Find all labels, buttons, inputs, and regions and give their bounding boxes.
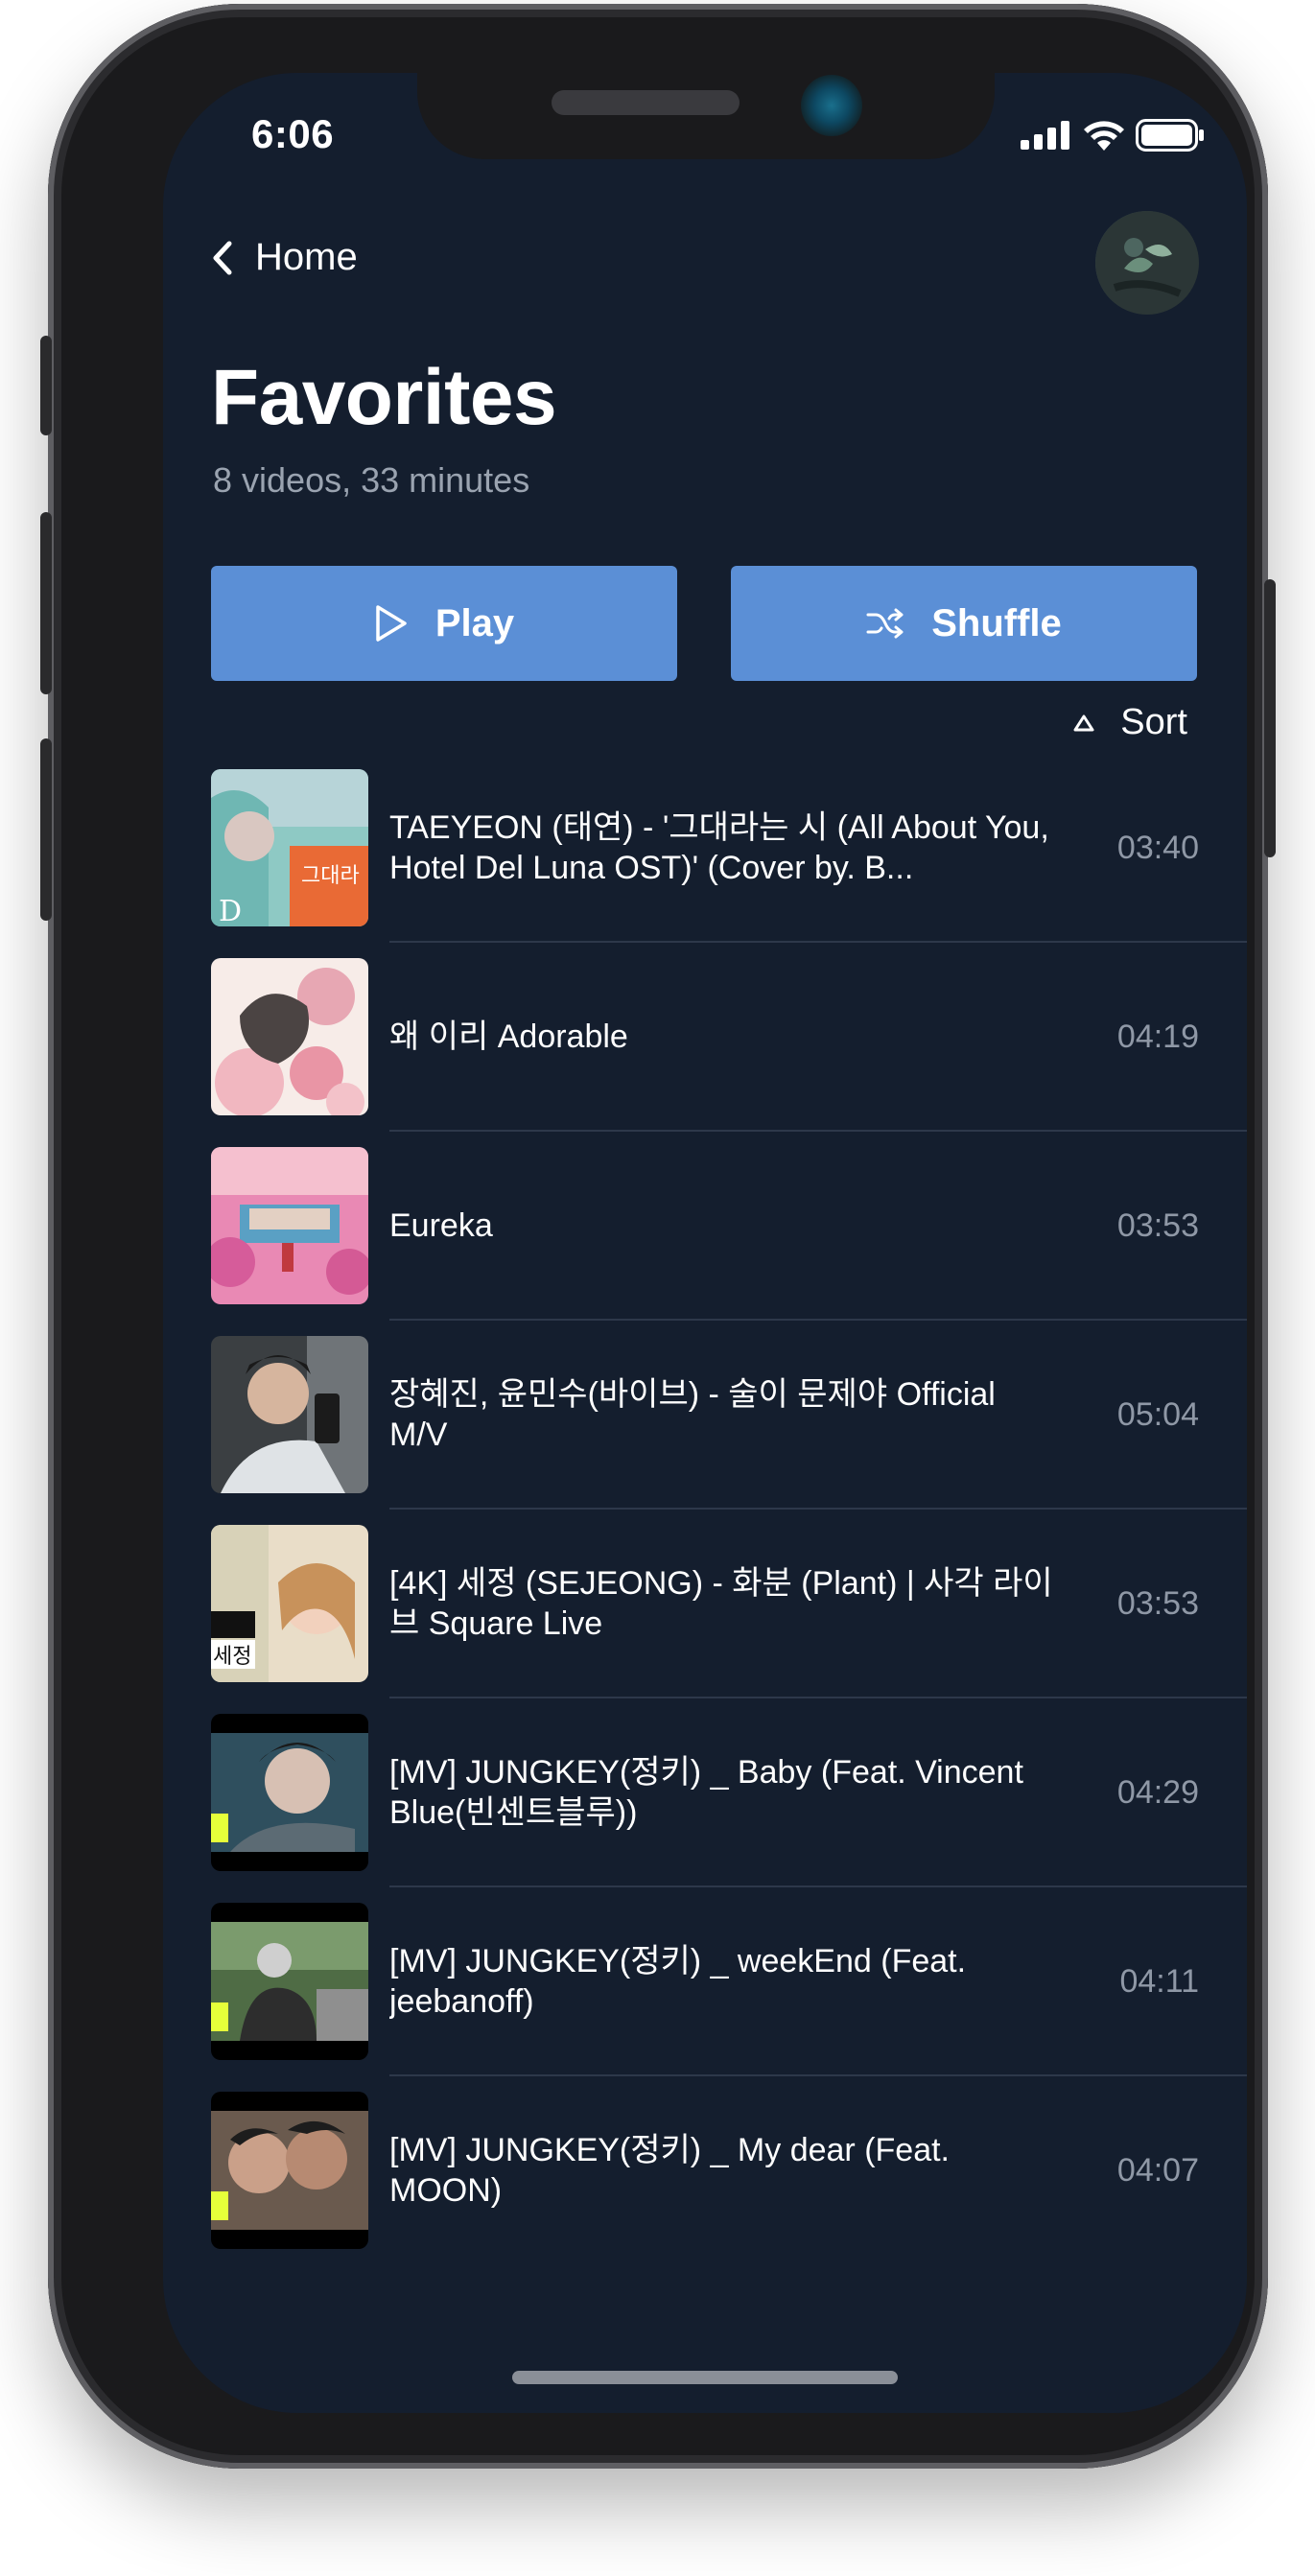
avatar-image	[1095, 211, 1199, 315]
video-duration: 04:29	[1116, 1773, 1199, 1811]
shuffle-button[interactable]: Shuffle	[731, 566, 1197, 681]
list-item[interactable]: Eureka 03:53	[211, 1147, 1247, 1336]
shuffle-label: Shuffle	[931, 601, 1062, 644]
list-item[interactable]: 장혜진, 윤민수(바이브) - 술이 문제야 Official M/V 05:0…	[211, 1336, 1247, 1525]
video-thumbnail: 세정	[211, 1525, 368, 1682]
battery-icon	[1136, 119, 1204, 152]
svg-text:D: D	[219, 895, 242, 926]
divider	[389, 1508, 1247, 1510]
playlist-summary: 8 videos, 33 minutes	[213, 460, 530, 500]
power-button	[1264, 579, 1276, 857]
video-duration: 03:40	[1116, 829, 1199, 866]
divider	[389, 1130, 1247, 1132]
video-thumbnail	[211, 1714, 368, 1871]
volume-down-button	[40, 738, 52, 921]
video-duration: 03:53	[1116, 1584, 1199, 1622]
divider	[389, 1319, 1247, 1321]
list-item[interactable]: 세정 [4K] 세정 (SEJEONG) - 화분 (Plant) | 사각 라…	[211, 1525, 1247, 1714]
speaker-grille	[552, 90, 740, 115]
front-camera	[801, 75, 862, 136]
video-duration: 04:07	[1116, 2151, 1199, 2189]
home-indicator[interactable]	[512, 2371, 898, 2384]
wifi-icon	[1084, 121, 1124, 151]
video-thumbnail	[211, 2092, 368, 2249]
avatar[interactable]	[1095, 211, 1199, 315]
video-title: [4K] 세정 (SEJEONG) - 화분 (Plant) | 사각 라이브 …	[389, 1565, 1053, 1642]
sort-label: Sort	[1120, 702, 1187, 742]
video-title: TAEYEON (태연) - '그대라는 시 (All About You, H…	[389, 809, 1049, 886]
video-title: [MV] JUNGKEY(정키) _ weekEnd (Feat. jeeban…	[389, 1943, 967, 2020]
chevron-left-icon	[213, 241, 232, 274]
list-item[interactable]: 그대라 D TAEYEON (태연) - '그대라는 시 (All About …	[211, 769, 1247, 958]
video-duration: 05:04	[1116, 1395, 1199, 1433]
divider	[389, 941, 1247, 943]
back-label: Home	[255, 236, 358, 278]
video-list: 그대라 D TAEYEON (태연) - '그대라는 시 (All About …	[211, 769, 1247, 2281]
page-title: Favorites	[211, 354, 557, 441]
video-title: [MV] JUNGKEY(정키) _ Baby (Feat. Vincent B…	[389, 1754, 1023, 1831]
shuffle-icon	[866, 608, 904, 639]
list-item[interactable]: [MV] JUNGKEY(정키) _ weekEnd (Feat. jeeban…	[211, 1903, 1247, 2092]
divider	[389, 1697, 1247, 1698]
notch	[417, 73, 995, 159]
video-thumbnail	[211, 1903, 368, 2060]
video-title: Eureka	[389, 1207, 493, 1244]
volume-up-button	[40, 512, 52, 694]
mute-switch	[40, 336, 52, 435]
svg-text:세정: 세정	[213, 1645, 251, 1669]
play-icon	[376, 605, 407, 642]
play-button[interactable]: Play	[211, 566, 677, 681]
divider	[389, 2074, 1247, 2076]
sort-button[interactable]: Sort	[1072, 702, 1187, 743]
video-thumbnail	[211, 1336, 368, 1493]
triangle-up-icon	[1073, 714, 1094, 731]
list-item[interactable]: 왜 이리 Adorable 04:19	[211, 958, 1247, 1147]
divider	[389, 1885, 1247, 1887]
video-thumbnail: 그대라 D	[211, 769, 368, 926]
video-duration: 04:11	[1119, 1962, 1199, 2000]
video-title: [MV] JUNGKEY(정키) _ My dear (Feat. MOON)	[389, 2132, 950, 2209]
status-time: 6:06	[251, 111, 335, 156]
video-thumbnail	[211, 1147, 368, 1304]
status-icons	[1021, 119, 1205, 152]
phone-frame: 6:06 Home Favorites 8 videos, 33 minutes…	[40, 4, 1276, 2469]
video-thumbnail	[211, 958, 368, 1115]
svg-text:그대라: 그대라	[301, 864, 360, 888]
video-duration: 04:19	[1116, 1018, 1199, 1055]
list-item[interactable]: [MV] JUNGKEY(정키) _ My dear (Feat. MOON) …	[211, 2092, 1247, 2281]
cellular-signal-icon	[1021, 121, 1069, 150]
video-duration: 03:53	[1116, 1206, 1199, 1244]
list-item[interactable]: [MV] JUNGKEY(정키) _ Baby (Feat. Vincent B…	[211, 1714, 1247, 1903]
app-screen: 6:06 Home Favorites 8 videos, 33 minutes…	[163, 73, 1247, 2413]
back-button[interactable]: Home	[211, 236, 358, 279]
video-title: 왜 이리 Adorable	[389, 1019, 628, 1055]
video-title: 장혜진, 윤민수(바이브) - 술이 문제야 Official M/V	[389, 1376, 996, 1453]
play-label: Play	[434, 601, 515, 644]
